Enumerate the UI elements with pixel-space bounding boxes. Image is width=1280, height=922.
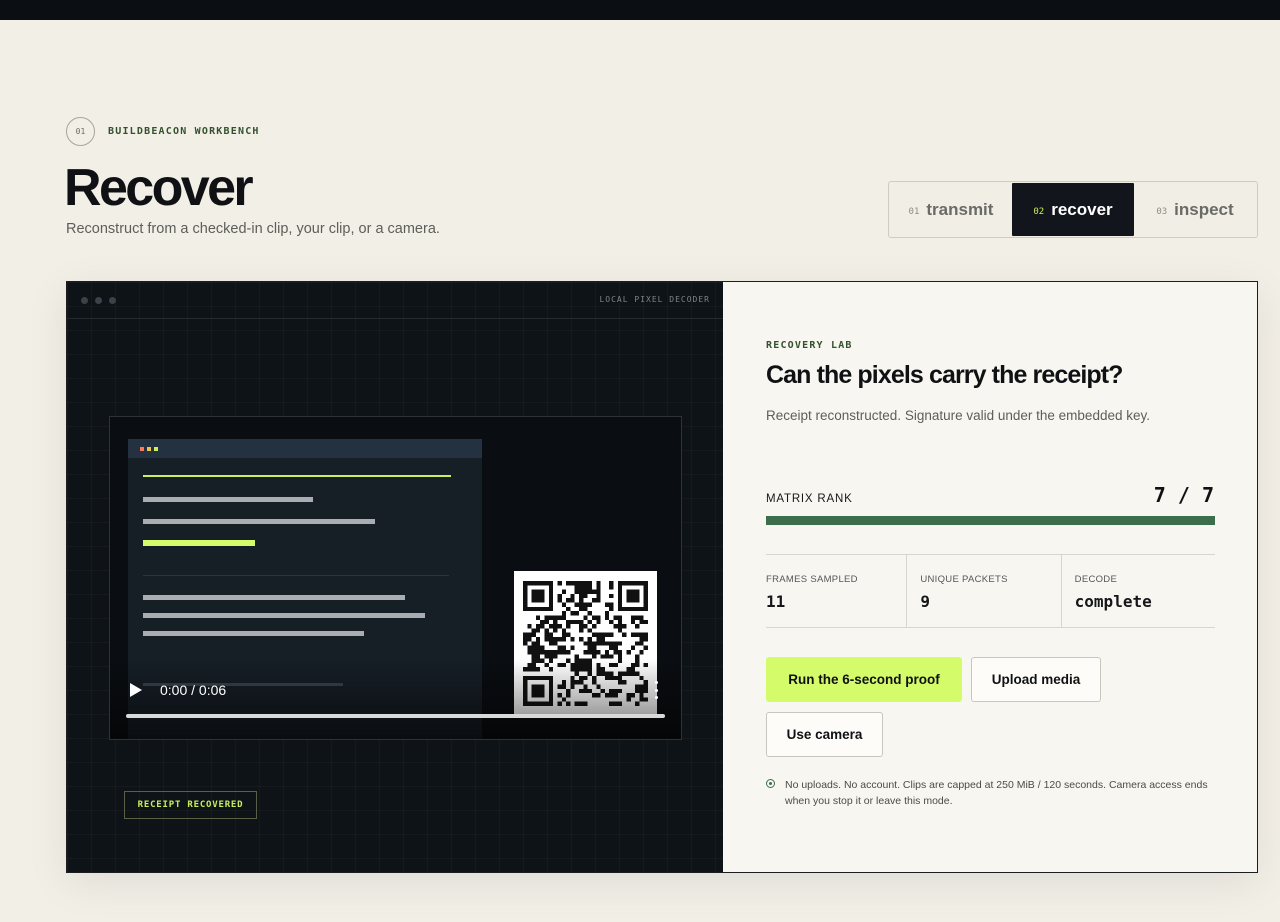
video-player[interactable]: 0:00 / 0:06 xyxy=(109,416,682,740)
window-dots xyxy=(81,297,116,304)
tab-number: 03 xyxy=(1156,206,1168,217)
decode-stats: FRAMES SAMPLED 11 UNIQUE PACKETS 9 DECOD… xyxy=(766,554,1215,628)
matrix-rank-fill xyxy=(766,516,1215,525)
viewer-titlebar: LOCAL PIXEL DECODER xyxy=(67,282,723,319)
matrix-rank-label: MATRIX RANK xyxy=(766,493,853,505)
panel-eyebrow: RECOVERY LAB xyxy=(766,340,853,351)
matrix-rank-bar xyxy=(766,516,1215,525)
section-label: BUILDBEACON WORKBENCH xyxy=(108,126,260,137)
page-subtitle: Reconstruct from a checked-in clip, your… xyxy=(66,221,440,237)
stat-value: 11 xyxy=(766,592,786,611)
stat-unique-packets: UNIQUE PACKETS 9 xyxy=(906,555,1060,627)
tab-recover[interactable]: 02 recover xyxy=(1012,183,1134,236)
decoder-viewer: LOCAL PIXEL DECODER 0:00 / 0:06 RECEIPT … xyxy=(67,282,723,872)
upload-media-button[interactable]: Upload media xyxy=(971,657,1101,702)
section-number: 01 xyxy=(66,117,95,146)
more-options-icon[interactable] xyxy=(653,681,659,699)
stat-label: DECODE xyxy=(1074,574,1118,585)
top-bar xyxy=(0,0,1280,20)
mode-switch: 01 transmit 02 recover 03 inspect xyxy=(888,181,1258,238)
video-progress-bar[interactable] xyxy=(126,714,665,718)
run-proof-button[interactable]: Run the 6-second proof xyxy=(766,657,962,702)
stat-frames-sampled: FRAMES SAMPLED 11 xyxy=(766,555,906,627)
page-title: Recover xyxy=(64,159,254,217)
receipt-status-badge: RECEIPT RECOVERED xyxy=(124,791,257,819)
recovery-panel: RECOVERY LAB Can the pixels carry the re… xyxy=(723,282,1257,872)
stat-label: FRAMES SAMPLED xyxy=(766,574,858,585)
privacy-note: No uploads. No account. Clips are capped… xyxy=(766,777,1216,809)
viewer-label: LOCAL PIXEL DECODER xyxy=(599,295,710,304)
tab-number: 02 xyxy=(1033,206,1045,217)
stat-decode: DECODE complete xyxy=(1060,555,1215,627)
play-icon[interactable] xyxy=(130,683,142,697)
recovery-status: Receipt reconstructed. Signature valid u… xyxy=(766,408,1150,423)
tab-label: recover xyxy=(1051,199,1113,219)
stat-label: UNIQUE PACKETS xyxy=(920,574,1008,585)
tab-label: transmit xyxy=(926,199,994,219)
stat-value: complete xyxy=(1074,592,1152,611)
stat-value: 9 xyxy=(920,592,930,611)
video-time: 0:00 / 0:06 xyxy=(160,682,227,698)
panel-headline: Can the pixels carry the receipt? xyxy=(766,361,1123,389)
tab-number: 01 xyxy=(908,206,920,217)
privacy-note-text: No uploads. No account. Clips are capped… xyxy=(785,779,1208,807)
section-kicker: 01 BUILDBEACON WORKBENCH xyxy=(66,117,260,146)
tab-inspect[interactable]: 03 inspect xyxy=(1134,183,1256,236)
tab-label: inspect xyxy=(1174,199,1234,219)
tab-transmit[interactable]: 01 transmit xyxy=(890,183,1012,236)
use-camera-button[interactable]: Use camera xyxy=(766,712,883,757)
recovery-card: LOCAL PIXEL DECODER 0:00 / 0:06 RECEIPT … xyxy=(66,281,1258,873)
matrix-rank-value: 7 / 7 xyxy=(1153,483,1214,507)
status-dot-icon xyxy=(766,779,775,788)
